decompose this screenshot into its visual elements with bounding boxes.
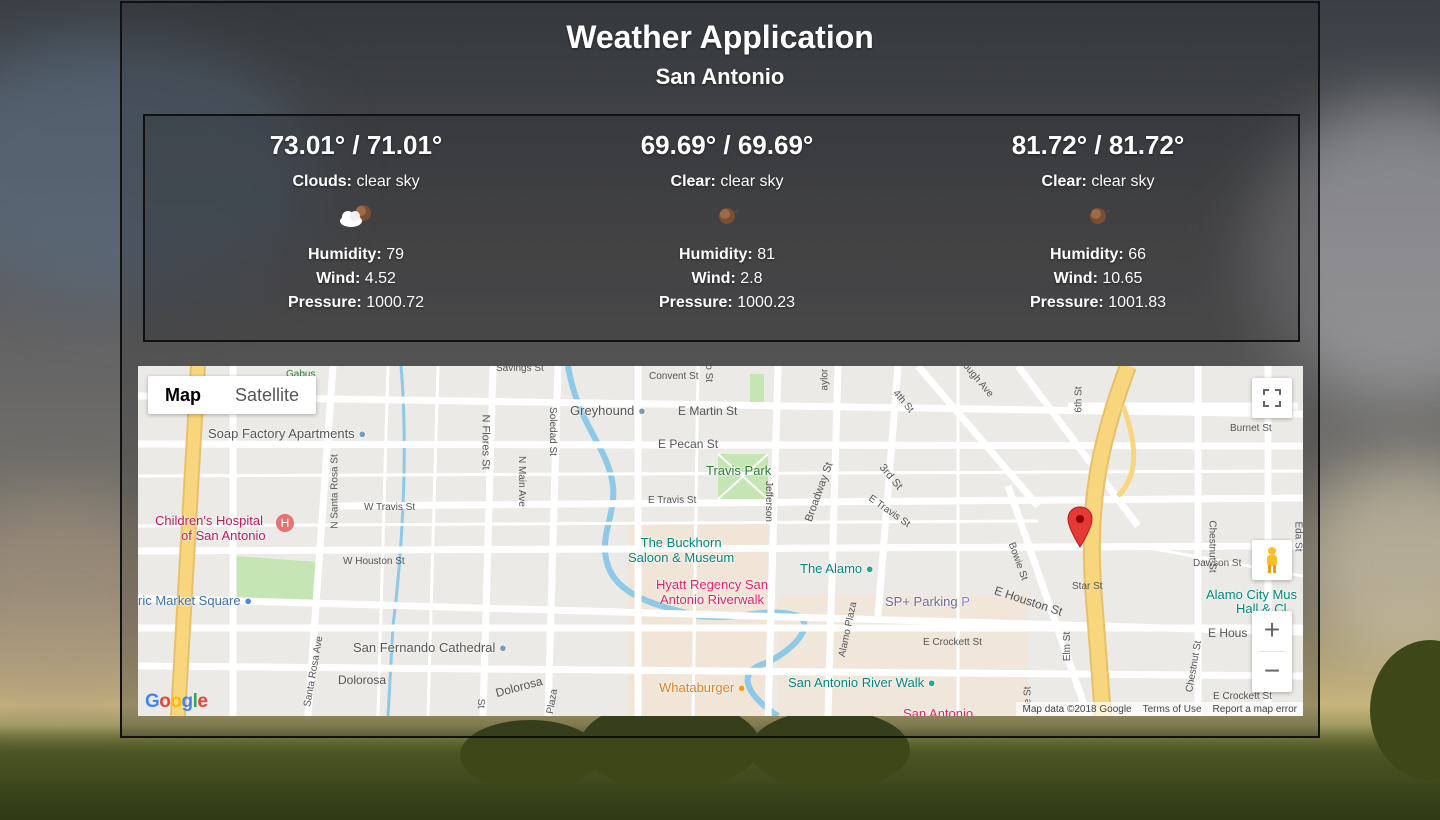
poi-cathedral[interactable]: San Fernando Cathedral ● [353, 640, 507, 655]
shopping-icon: ● [244, 593, 253, 608]
street-label: St [475, 698, 487, 709]
humidity: Humidity: 81 [678, 246, 776, 263]
map-type-control: Map Satellite [148, 376, 317, 414]
humidity: Humidity: 79 [307, 246, 405, 263]
forecast-day-2: 69.69° / 69.69° Clear: clear sky Humidit… [577, 116, 877, 340]
terms-of-use-link[interactable]: Terms of Use [1143, 704, 1202, 715]
street-label: Eda St [1292, 521, 1303, 552]
street-label: Convent St [649, 371, 699, 382]
fullscreen-icon [1263, 389, 1281, 407]
city-name: San Antonio [655, 64, 785, 89]
wind: Wind: 2.8 [691, 270, 763, 287]
street-label: E Hous [1208, 626, 1248, 640]
poi-sp-parking[interactable]: SP+ Parking P [885, 594, 970, 609]
report-map-error-link[interactable]: Report a map error [1213, 704, 1297, 715]
zoom-out-button[interactable]: − [1252, 652, 1292, 692]
fullscreen-button[interactable] [1252, 378, 1292, 418]
street-label: Soledad St [546, 407, 558, 456]
street-label: Burnet St [1230, 423, 1272, 434]
location-marker-icon[interactable] [1067, 506, 1093, 548]
pressure: Pressure: 1000.72 [287, 294, 425, 311]
landmark-icon: ● [865, 561, 874, 576]
condition: Clouds: clear sky [292, 173, 420, 190]
poi-soap-factory[interactable]: Soap Factory Apartments ● [208, 426, 366, 441]
street-label: E Crockett St [923, 637, 982, 648]
clear-icon [719, 208, 740, 224]
street-label: N Santa Rosa St [329, 454, 341, 529]
temperature: 73.01° / 71.01° [269, 130, 443, 160]
poi-childrens-hospital[interactable]: Children's Hospital of San Antonio [155, 513, 266, 543]
street-label: E Crockett St [1213, 691, 1272, 702]
street-label: N Flores St [479, 414, 492, 470]
clear-icon [1090, 208, 1111, 224]
poi-hyatt[interactable]: Hyatt Regency San Antonio Riverwalk [656, 577, 768, 607]
restaurant-icon: ● [737, 680, 746, 695]
street-view-pegman-button[interactable] [1252, 540, 1292, 580]
condition: Clear: clear sky [1041, 173, 1155, 190]
forecast-day-3: 81.72° / 81.72° Clear: clear sky Humidit… [948, 116, 1248, 340]
poi-alamo[interactable]: The Alamo ● [800, 561, 874, 576]
map-attribution: Map data ©2018 Google Terms of Use Repor… [1016, 702, 1303, 716]
street-label: W Houston St [343, 556, 405, 567]
pressure: Pressure: 1000.23 [658, 294, 796, 311]
church-icon: ● [499, 640, 507, 655]
poi-greyhound[interactable]: Greyhound ● [570, 403, 646, 418]
street-label: N Main Ave [515, 456, 527, 507]
poi-whataburger[interactable]: Whataburger ● [659, 680, 746, 695]
poi-travis-park[interactable]: Travis Park [706, 463, 771, 478]
street-label: aylor St [819, 366, 831, 391]
street-label: Chestnut St [1206, 520, 1218, 573]
street-label: Jefferson [762, 481, 774, 522]
street-label: ro St [703, 366, 715, 383]
google-logo[interactable]: Google [145, 691, 208, 713]
zoom-in-button[interactable]: + [1252, 611, 1292, 651]
forecast-box: 73.01° / 71.01° Clouds: clear sky Humidi… [143, 114, 1300, 342]
street-label: E Pecan St [658, 437, 719, 451]
street-label: Savings St [496, 366, 544, 374]
temperature: 81.72° / 81.72° [1011, 130, 1185, 160]
wind: Wind: 4.52 [316, 270, 396, 287]
pin-icon: ● [358, 426, 367, 441]
google-map[interactable]: Greyhound ● Soap Factory Apartments ● Tr… [138, 366, 1303, 716]
map-type-map-button[interactable]: Map [148, 376, 218, 414]
pin-icon: ● [637, 403, 646, 418]
app-title: Weather Application [566, 19, 874, 55]
street-label: 6th St [1073, 386, 1085, 413]
street-label: Elm St [1062, 631, 1074, 662]
forecast-day-1: 73.01° / 71.01° Clouds: clear sky Humidi… [206, 116, 506, 340]
map-type-satellite-button[interactable]: Satellite [218, 376, 316, 414]
poi-san-antonio[interactable]: San Antonio [903, 706, 973, 716]
street-label: E Martin St [678, 404, 738, 418]
temperature: 69.69° / 69.69° [640, 130, 814, 160]
zoom-control: + − [1252, 611, 1292, 692]
parking-icon: P [961, 594, 970, 609]
street-label: W Travis St [364, 502, 416, 513]
camera-icon: ● [927, 675, 936, 690]
street-label: E Travis St [648, 495, 697, 506]
poi-river-walk[interactable]: San Antonio River Walk ● [788, 675, 936, 690]
hospital-icon: H [276, 514, 294, 532]
humidity: Humidity: 66 [1049, 246, 1147, 263]
poi-market-square[interactable]: ric Market Square ● [138, 593, 252, 608]
wind: Wind: 10.65 [1053, 270, 1143, 287]
pressure: Pressure: 1001.83 [1029, 294, 1167, 311]
map-data-text: Map data ©2018 Google [1022, 703, 1132, 715]
street-label: Dolorosa [338, 673, 387, 687]
clouds-icon [340, 205, 371, 227]
pegman-icon [1267, 547, 1277, 573]
street-label: Star St [1072, 581, 1103, 592]
weather-panel: Weather Application San Antonio 73.01° /… [120, 1, 1320, 738]
poi-buckhorn[interactable]: The Buckhorn Saloon & Museum [628, 535, 734, 565]
condition: Clear: clear sky [670, 173, 784, 190]
